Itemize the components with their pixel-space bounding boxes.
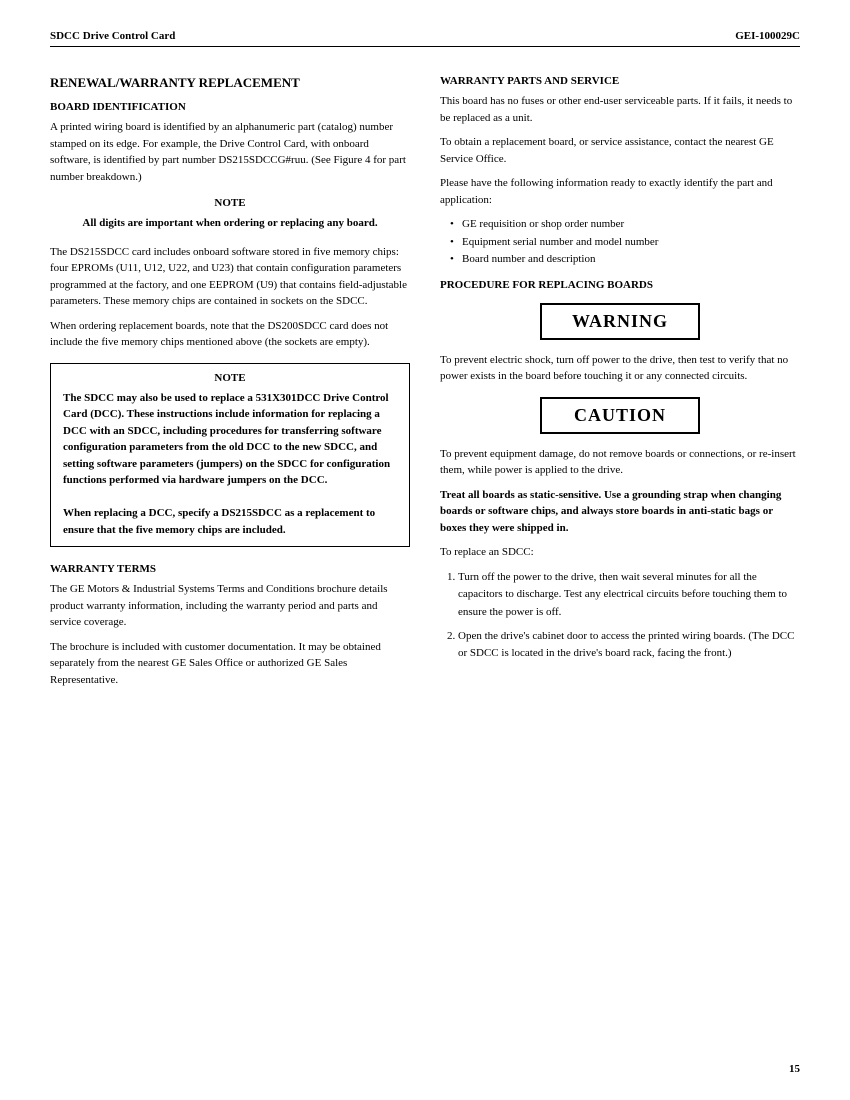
warranty-bullets: GE requisition or shop order number Equi… (440, 216, 800, 269)
page-number: 15 (789, 1063, 800, 1075)
procedure-intro: To replace an SDCC: (440, 544, 800, 561)
note-box-1: NOTE All digits are important when order… (60, 197, 400, 232)
warranty-parts-para2: To obtain a replacement board, or servic… (440, 134, 800, 167)
warranty-terms-title: WARRANTY TERMS (50, 563, 410, 575)
warranty-terms-section: WARRANTY TERMS The GE Motors & Industria… (50, 563, 410, 688)
warranty-parts-para3: Please have the following information re… (440, 175, 800, 208)
warning-box: WARNING (540, 303, 700, 340)
note-box-2: NOTE The SDCC may also be used to replac… (50, 363, 410, 548)
page: SDCC Drive Control Card GEI-100029C RENE… (0, 0, 850, 1100)
note1-content: All digits are important when ordering o… (60, 215, 400, 232)
left-column: RENEWAL/WARRANTY REPLACEMENT BOARD IDENT… (50, 65, 410, 696)
board-id-para2: The DS215SDCC card includes onboard soft… (50, 244, 410, 310)
note2-content: The SDCC may also be used to replace a 5… (63, 390, 397, 539)
bullet-item-3: Board number and description (450, 251, 800, 269)
main-section-title: RENEWAL/WARRANTY REPLACEMENT (50, 75, 410, 91)
caution-para2: Treat all boards as static-sensitive. Us… (440, 487, 800, 537)
note1-title: NOTE (60, 197, 400, 209)
board-id-title: BOARD IDENTIFICATION (50, 101, 410, 113)
page-header: SDCC Drive Control Card GEI-100029C (50, 30, 800, 47)
board-id-para1: A printed wiring board is identified by … (50, 119, 410, 185)
warranty-parts-title: WARRANTY PARTS AND SERVICE (440, 75, 800, 87)
step-1: Turn off the power to the drive, then wa… (458, 569, 800, 622)
bullet-item-2: Equipment serial number and model number (450, 234, 800, 252)
warranty-terms-para2: The brochure is included with customer d… (50, 639, 410, 689)
note2-title: NOTE (63, 372, 397, 384)
board-id-para3: When ordering replacement boards, note t… (50, 318, 410, 351)
procedure-section: PROCEDURE FOR REPLACING BOARDS WARNING T… (440, 279, 800, 663)
right-column: WARRANTY PARTS AND SERVICE This board ha… (440, 65, 800, 696)
procedure-steps: Turn off the power to the drive, then wa… (440, 569, 800, 663)
header-title-left: SDCC Drive Control Card (50, 30, 175, 42)
step-2: Open the drive's cabinet door to access … (458, 628, 800, 663)
caution-para1: To prevent equipment damage, do not remo… (440, 446, 800, 479)
warranty-terms-para1: The GE Motors & Industrial Systems Terms… (50, 581, 410, 631)
bullet-item-1: GE requisition or shop order number (450, 216, 800, 234)
warranty-parts-section: WARRANTY PARTS AND SERVICE This board ha… (440, 75, 800, 269)
caution-box: CAUTION (540, 397, 700, 434)
caution-label: CAUTION (574, 405, 666, 425)
board-identification-section: BOARD IDENTIFICATION A printed wiring bo… (50, 101, 410, 547)
header-title-right: GEI-100029C (735, 30, 800, 42)
warranty-parts-para1: This board has no fuses or other end-use… (440, 93, 800, 126)
procedure-title: PROCEDURE FOR REPLACING BOARDS (440, 279, 800, 291)
warning-label: WARNING (572, 311, 668, 331)
two-column-layout: RENEWAL/WARRANTY REPLACEMENT BOARD IDENT… (50, 65, 800, 696)
warning-para: To prevent electric shock, turn off powe… (440, 352, 800, 385)
